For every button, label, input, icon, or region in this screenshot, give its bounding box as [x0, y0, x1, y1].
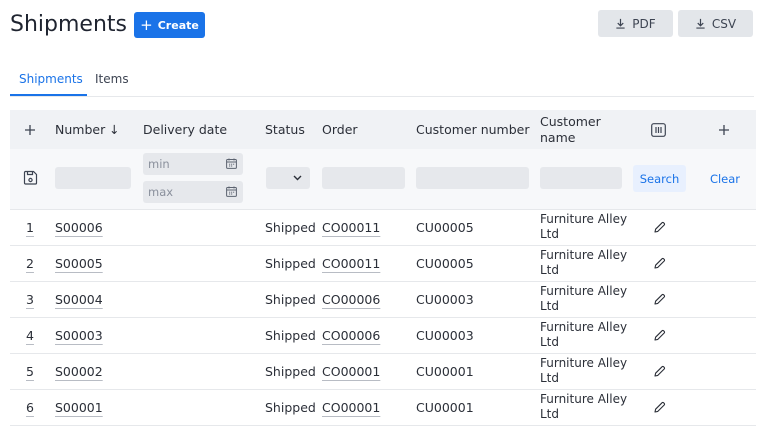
- create-button[interactable]: + Create: [134, 12, 205, 38]
- tab-bar: Shipments Items: [10, 62, 754, 97]
- customer-number-filter-input[interactable]: [416, 167, 529, 189]
- shipment-number-link[interactable]: S00006: [55, 209, 103, 245]
- pencil-icon: [654, 401, 666, 413]
- create-button-label: Create: [157, 18, 199, 32]
- table-header: Number ↓ Delivery date Status Order Cust…: [10, 110, 756, 149]
- row-index[interactable]: 4: [26, 317, 34, 353]
- export-pdf-label: PDF: [632, 16, 656, 31]
- tab-shipments[interactable]: Shipments: [19, 72, 83, 86]
- status-cell: Shipped: [265, 291, 316, 307]
- page-header: Shipments + Create PDF CSV: [10, 10, 754, 40]
- customer-name-cell: Furniture Alley Ltd: [540, 212, 628, 241]
- column-header-delivery-date[interactable]: Delivery date: [143, 110, 227, 149]
- column-header-customer-number[interactable]: Customer number: [416, 110, 529, 149]
- table-row: 2 S00005 Shipped CO00011 CU00005 Furnitu…: [10, 245, 756, 282]
- columns-icon: [651, 122, 666, 137]
- row-index[interactable]: 2: [26, 245, 34, 281]
- shipment-number-link[interactable]: S00004: [55, 281, 103, 317]
- table-row: 4 S00003 Shipped CO00006 CU00003 Furnitu…: [10, 317, 756, 354]
- delivery-date-min-input[interactable]: min: [143, 153, 243, 175]
- delivery-date-max-input[interactable]: max: [143, 181, 243, 203]
- order-link[interactable]: CO00011: [322, 245, 380, 281]
- order-link[interactable]: CO00001: [322, 353, 380, 389]
- save-icon: [23, 170, 38, 185]
- order-link[interactable]: CO00001: [322, 389, 380, 425]
- edit-row-button[interactable]: [653, 317, 666, 353]
- filter-row: min max Search Clear: [10, 149, 756, 210]
- row-index[interactable]: 5: [26, 353, 34, 389]
- customer-name-cell: Furniture Alley Ltd: [540, 248, 628, 277]
- customer-number-cell: CU00003: [416, 291, 474, 307]
- column-header-number[interactable]: Number ↓: [55, 110, 120, 149]
- edit-row-button[interactable]: [653, 353, 666, 389]
- status-cell: Shipped: [265, 255, 316, 271]
- status-cell: Shipped: [265, 363, 316, 379]
- active-tab-indicator: [10, 94, 87, 96]
- shipment-number-link[interactable]: S00003: [55, 317, 103, 353]
- status-cell: Shipped: [265, 219, 316, 235]
- edit-row-button[interactable]: [653, 245, 666, 281]
- customer-number-cell: CU00001: [416, 399, 474, 415]
- status-cell: Shipped: [265, 327, 316, 343]
- date-max-placeholder: max: [148, 185, 174, 199]
- edit-row-button[interactable]: [653, 209, 666, 245]
- download-icon: [616, 18, 625, 29]
- row-index[interactable]: 1: [26, 209, 34, 245]
- pencil-icon: [654, 293, 666, 305]
- save-filter-button[interactable]: [23, 170, 38, 189]
- column-header-customer-name[interactable]: Customer name: [540, 110, 620, 149]
- edit-row-button[interactable]: [653, 389, 666, 425]
- row-index[interactable]: 3: [26, 281, 34, 317]
- order-filter-input[interactable]: [322, 167, 405, 189]
- pencil-icon: [654, 257, 666, 269]
- export-csv-button[interactable]: CSV: [678, 10, 753, 37]
- columns-toggle-button[interactable]: [651, 110, 666, 149]
- plus-icon: +: [140, 15, 153, 34]
- customer-name-cell: Furniture Alley Ltd: [540, 392, 628, 421]
- calendar-icon[interactable]: [226, 158, 237, 169]
- plus-icon: [719, 124, 729, 135]
- pencil-icon: [654, 365, 666, 377]
- tab-items[interactable]: Items: [95, 72, 129, 86]
- clear-button[interactable]: Clear: [700, 165, 750, 192]
- shipment-number-link[interactable]: S00001: [55, 389, 103, 425]
- date-min-placeholder: min: [148, 157, 170, 171]
- customer-number-cell: CU00005: [416, 255, 474, 271]
- add-row-button[interactable]: [24, 110, 36, 149]
- row-index[interactable]: 6: [26, 389, 34, 425]
- customer-name-cell: Furniture Alley Ltd: [540, 284, 628, 313]
- edit-row-button[interactable]: [653, 281, 666, 317]
- status-cell: Shipped: [265, 399, 316, 415]
- export-csv-label: CSV: [711, 16, 737, 31]
- table-row: 3 S00004 Shipped CO00006 CU00003 Furnitu…: [10, 281, 756, 318]
- calendar-icon[interactable]: [226, 186, 237, 197]
- customer-name-cell: Furniture Alley Ltd: [540, 356, 628, 385]
- pencil-icon: [654, 221, 666, 233]
- customer-number-cell: CU00003: [416, 327, 474, 343]
- export-pdf-button[interactable]: PDF: [598, 10, 673, 37]
- download-icon: [696, 18, 705, 29]
- pencil-icon: [654, 329, 666, 341]
- customer-number-cell: CU00001: [416, 363, 474, 379]
- customer-number-cell: CU00005: [416, 219, 474, 235]
- order-link[interactable]: CO00006: [322, 281, 380, 317]
- table-row: 6 S00001 Shipped CO00001 CU00001 Furnitu…: [10, 389, 756, 426]
- plus-icon: [25, 124, 35, 135]
- number-filter-input[interactable]: [55, 167, 131, 189]
- table-row: 5 S00002 Shipped CO00001 CU00001 Furnitu…: [10, 353, 756, 390]
- status-filter-select[interactable]: [266, 167, 310, 189]
- customer-name-filter-input[interactable]: [540, 167, 622, 189]
- column-header-status[interactable]: Status: [265, 110, 305, 149]
- chevron-down-icon: [293, 175, 302, 181]
- search-button[interactable]: Search: [633, 165, 686, 192]
- order-link[interactable]: CO00011: [322, 209, 380, 245]
- column-header-order[interactable]: Order: [322, 110, 358, 149]
- shipment-number-link[interactable]: S00005: [55, 245, 103, 281]
- order-link[interactable]: CO00006: [322, 317, 380, 353]
- add-column-button[interactable]: [718, 110, 730, 149]
- page-title: Shipments: [10, 12, 127, 37]
- shipment-number-link[interactable]: S00002: [55, 353, 103, 389]
- table-row: 1 S00006 Shipped CO00011 CU00005 Furnitu…: [10, 209, 756, 246]
- customer-name-cell: Furniture Alley Ltd: [540, 320, 628, 349]
